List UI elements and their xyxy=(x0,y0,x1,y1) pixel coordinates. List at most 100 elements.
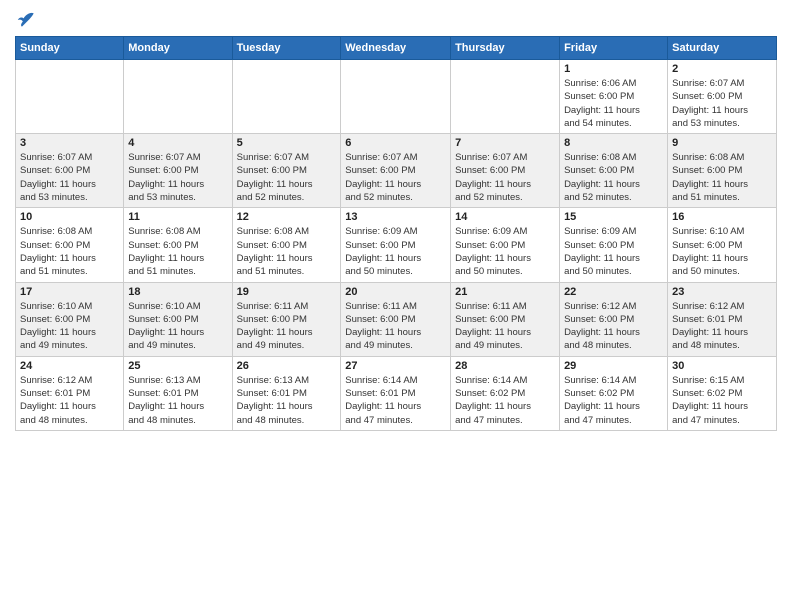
calendar-header-monday: Monday xyxy=(124,37,232,60)
calendar-cell: 6 Sunrise: 6:07 AMSunset: 6:00 PMDaylight… xyxy=(341,134,451,208)
day-number: 14 xyxy=(455,211,555,223)
day-number: 13 xyxy=(345,211,446,223)
day-info: Sunrise: 6:14 AMSunset: 6:02 PMDaylight:… xyxy=(455,374,555,427)
day-info: Sunrise: 6:15 AMSunset: 6:02 PMDaylight:… xyxy=(672,374,772,427)
calendar-header-tuesday: Tuesday xyxy=(232,37,341,60)
day-number: 10 xyxy=(20,211,119,223)
calendar-cell: 3 Sunrise: 6:07 AMSunset: 6:00 PMDaylight… xyxy=(16,134,124,208)
day-info: Sunrise: 6:14 AMSunset: 6:02 PMDaylight:… xyxy=(564,374,663,427)
day-number: 15 xyxy=(564,211,663,223)
calendar-cell: 26 Sunrise: 6:13 AMSunset: 6:01 PMDayligh… xyxy=(232,356,341,430)
calendar-header-row: SundayMondayTuesdayWednesdayThursdayFrid… xyxy=(16,37,777,60)
week-row-2: 3 Sunrise: 6:07 AMSunset: 6:00 PMDaylight… xyxy=(16,134,777,208)
calendar-cell: 19Sunrise: 6:11 AMSunset: 6:00 PMDayligh… xyxy=(232,282,341,356)
day-number: 30 xyxy=(672,360,772,372)
week-row-3: 10 Sunrise: 6:08 AMSunset: 6:00 PMDayligh… xyxy=(16,208,777,282)
day-info: Sunrise: 6:14 AMSunset: 6:01 PMDaylight:… xyxy=(345,374,446,427)
day-number: 2 xyxy=(672,63,772,75)
calendar-cell: 25 Sunrise: 6:13 AMSunset: 6:01 PMDayligh… xyxy=(124,356,232,430)
calendar-header-saturday: Saturday xyxy=(668,37,777,60)
calendar-cell: 29Sunrise: 6:14 AMSunset: 6:02 PMDayligh… xyxy=(560,356,668,430)
day-info: Sunrise: 6:07 AMSunset: 6:00 PMDaylight:… xyxy=(237,151,337,204)
week-row-4: 17 Sunrise: 6:10 AMSunset: 6:00 PMDayligh… xyxy=(16,282,777,356)
day-number: 23 xyxy=(672,286,772,298)
day-info: Sunrise: 6:12 AMSunset: 6:01 PMDaylight:… xyxy=(672,300,772,353)
day-number: 17 xyxy=(20,286,119,298)
day-info: Sunrise: 6:08 AMSunset: 6:00 PMDaylight:… xyxy=(128,225,227,278)
day-info: Sunrise: 6:09 AMSunset: 6:00 PMDaylight:… xyxy=(564,225,663,278)
day-number: 1 xyxy=(564,63,663,75)
day-number: 3 xyxy=(20,137,119,149)
calendar-cell: 21 Sunrise: 6:11 AMSunset: 6:00 PMDayligh… xyxy=(451,282,560,356)
day-info: Sunrise: 6:10 AMSunset: 6:00 PMDaylight:… xyxy=(128,300,227,353)
day-number: 27 xyxy=(345,360,446,372)
day-info: Sunrise: 6:08 AMSunset: 6:00 PMDaylight:… xyxy=(237,225,337,278)
calendar-cell: 7 Sunrise: 6:07 AMSunset: 6:00 PMDaylight… xyxy=(451,134,560,208)
day-number: 4 xyxy=(128,137,227,149)
day-info: Sunrise: 6:13 AMSunset: 6:01 PMDaylight:… xyxy=(237,374,337,427)
day-info: Sunrise: 6:08 AMSunset: 6:00 PMDaylight:… xyxy=(20,225,119,278)
calendar-cell: 30 Sunrise: 6:15 AMSunset: 6:02 PMDayligh… xyxy=(668,356,777,430)
calendar-cell: 14 Sunrise: 6:09 AMSunset: 6:00 PMDayligh… xyxy=(451,208,560,282)
day-info: Sunrise: 6:13 AMSunset: 6:01 PMDaylight:… xyxy=(128,374,227,427)
day-number: 19 xyxy=(237,286,337,298)
day-info: Sunrise: 6:11 AMSunset: 6:00 PMDaylight:… xyxy=(455,300,555,353)
calendar-header-wednesday: Wednesday xyxy=(341,37,451,60)
day-number: 6 xyxy=(345,137,446,149)
day-info: Sunrise: 6:08 AMSunset: 6:00 PMDaylight:… xyxy=(672,151,772,204)
calendar-cell: 22 Sunrise: 6:12 AMSunset: 6:00 PMDayligh… xyxy=(560,282,668,356)
header xyxy=(15,10,777,30)
day-number: 22 xyxy=(564,286,663,298)
calendar-cell: 10 Sunrise: 6:08 AMSunset: 6:00 PMDayligh… xyxy=(16,208,124,282)
calendar-cell: 9 Sunrise: 6:08 AMSunset: 6:00 PMDaylight… xyxy=(668,134,777,208)
calendar: SundayMondayTuesdayWednesdayThursdayFrid… xyxy=(15,36,777,431)
calendar-cell: 23 Sunrise: 6:12 AMSunset: 6:01 PMDayligh… xyxy=(668,282,777,356)
calendar-cell: 4 Sunrise: 6:07 AMSunset: 6:00 PMDaylight… xyxy=(124,134,232,208)
week-row-1: 1 Sunrise: 6:06 AMSunset: 6:00 PMDaylight… xyxy=(16,60,777,134)
day-number: 5 xyxy=(237,137,337,149)
day-info: Sunrise: 6:06 AMSunset: 6:00 PMDaylight:… xyxy=(564,77,663,130)
calendar-cell: 16 Sunrise: 6:10 AMSunset: 6:00 PMDayligh… xyxy=(668,208,777,282)
calendar-header-friday: Friday xyxy=(560,37,668,60)
day-number: 16 xyxy=(672,211,772,223)
day-info: Sunrise: 6:07 AMSunset: 6:00 PMDaylight:… xyxy=(20,151,119,204)
calendar-cell: 24Sunrise: 6:12 AMSunset: 6:01 PMDayligh… xyxy=(16,356,124,430)
week-row-5: 24Sunrise: 6:12 AMSunset: 6:01 PMDayligh… xyxy=(16,356,777,430)
day-number: 26 xyxy=(237,360,337,372)
page: SundayMondayTuesdayWednesdayThursdayFrid… xyxy=(0,0,792,612)
calendar-cell xyxy=(341,60,451,134)
day-info: Sunrise: 6:07 AMSunset: 6:00 PMDaylight:… xyxy=(128,151,227,204)
calendar-cell: 27 Sunrise: 6:14 AMSunset: 6:01 PMDayligh… xyxy=(341,356,451,430)
calendar-cell: 28 Sunrise: 6:14 AMSunset: 6:02 PMDayligh… xyxy=(451,356,560,430)
day-number: 8 xyxy=(564,137,663,149)
day-number: 28 xyxy=(455,360,555,372)
day-number: 9 xyxy=(672,137,772,149)
calendar-header-thursday: Thursday xyxy=(451,37,560,60)
calendar-cell: 8 Sunrise: 6:08 AMSunset: 6:00 PMDaylight… xyxy=(560,134,668,208)
calendar-cell: 15 Sunrise: 6:09 AMSunset: 6:00 PMDayligh… xyxy=(560,208,668,282)
calendar-cell: 5 Sunrise: 6:07 AMSunset: 6:00 PMDaylight… xyxy=(232,134,341,208)
day-number: 7 xyxy=(455,137,555,149)
calendar-cell xyxy=(451,60,560,134)
day-number: 21 xyxy=(455,286,555,298)
calendar-cell xyxy=(232,60,341,134)
day-info: Sunrise: 6:10 AMSunset: 6:00 PMDaylight:… xyxy=(672,225,772,278)
day-number: 25 xyxy=(128,360,227,372)
calendar-cell: 17Sunrise: 6:10 AMSunset: 6:00 PMDayligh… xyxy=(16,282,124,356)
calendar-cell: 20 Sunrise: 6:11 AMSunset: 6:00 PMDayligh… xyxy=(341,282,451,356)
day-number: 12 xyxy=(237,211,337,223)
day-number: 20 xyxy=(345,286,446,298)
day-info: Sunrise: 6:07 AMSunset: 6:00 PMDaylight:… xyxy=(345,151,446,204)
calendar-cell: 2 Sunrise: 6:07 AMSunset: 6:00 PMDaylight… xyxy=(668,60,777,134)
day-info: Sunrise: 6:09 AMSunset: 6:00 PMDaylight:… xyxy=(455,225,555,278)
logo xyxy=(15,10,37,30)
day-info: Sunrise: 6:11 AMSunset: 6:00 PMDaylight:… xyxy=(345,300,446,353)
calendar-cell: 13Sunrise: 6:09 AMSunset: 6:00 PMDayligh… xyxy=(341,208,451,282)
day-number: 24 xyxy=(20,360,119,372)
day-info: Sunrise: 6:07 AMSunset: 6:00 PMDaylight:… xyxy=(455,151,555,204)
day-info: Sunrise: 6:12 AMSunset: 6:00 PMDaylight:… xyxy=(564,300,663,353)
calendar-cell: 18Sunrise: 6:10 AMSunset: 6:00 PMDayligh… xyxy=(124,282,232,356)
day-info: Sunrise: 6:08 AMSunset: 6:00 PMDaylight:… xyxy=(564,151,663,204)
calendar-cell xyxy=(124,60,232,134)
day-info: Sunrise: 6:07 AMSunset: 6:00 PMDaylight:… xyxy=(672,77,772,130)
